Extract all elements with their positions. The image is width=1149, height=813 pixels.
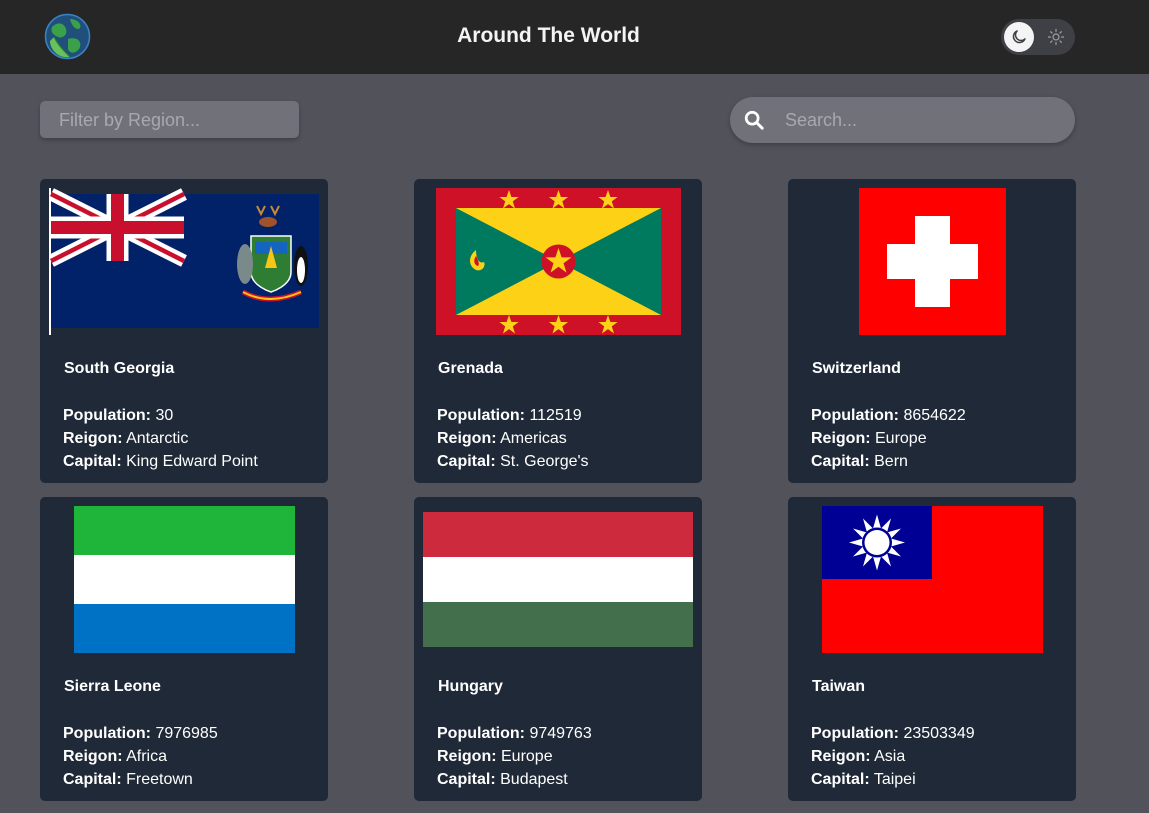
country-card-grenada[interactable]: Grenada Population: 112519 Reigon: Ameri… (414, 179, 702, 483)
capital-row: Capital: King Edward Point (63, 453, 258, 470)
country-card-hungary[interactable]: Hungary Population: 9749763 Reigon: Euro… (414, 497, 702, 801)
capital-row: Capital: Budapest (437, 771, 568, 788)
app-title: Around The World (457, 24, 640, 47)
country-card-taiwan[interactable]: Taiwan Population: 23503349 Reigon: Asia… (788, 497, 1076, 801)
capital-row: Capital: Bern (811, 453, 908, 470)
region-row: Reigon: Europe (437, 748, 553, 765)
flag-image (49, 506, 319, 653)
search-input[interactable] (785, 109, 1055, 131)
capital-row: Capital: St. George's (437, 453, 589, 470)
population-row: Population: 112519 (437, 407, 582, 424)
app-header: Around The World (0, 0, 1149, 74)
country-name: Switzerland (812, 360, 901, 377)
population-row: Population: 9749763 (437, 725, 592, 742)
country-name: Hungary (438, 678, 503, 695)
country-name: South Georgia (64, 360, 175, 377)
flag-image (797, 506, 1067, 653)
flag-image (49, 188, 319, 335)
search-bar[interactable] (730, 97, 1075, 143)
population-row: Population: 7976985 (63, 725, 218, 742)
region-row: Reigon: Americas (437, 430, 567, 447)
search-icon (743, 109, 765, 131)
country-name: Sierra Leone (64, 678, 161, 695)
country-card-south-georgia[interactable]: South Georgia Population: 30 Reigon: Ant… (40, 179, 328, 483)
region-filter-dropdown[interactable]: Filter by Region... (40, 101, 299, 138)
population-row: Population: 8654622 (811, 407, 966, 424)
flag-image (797, 188, 1067, 335)
population-row: Population: 30 (63, 407, 174, 424)
capital-row: Capital: Taipei (811, 771, 916, 788)
flag-image (423, 188, 693, 335)
region-row: Reigon: Asia (811, 748, 906, 765)
country-name: Taiwan (812, 678, 866, 695)
moon-icon[interactable] (1004, 22, 1034, 52)
sun-icon[interactable] (1044, 25, 1068, 49)
theme-toggle[interactable] (1001, 19, 1075, 55)
region-row: Reigon: Europe (811, 430, 927, 447)
flag-image (423, 506, 693, 653)
country-card-sierra-leone[interactable]: Sierra Leone Population: 7976985 Reigon:… (40, 497, 328, 801)
country-name: Grenada (438, 360, 503, 377)
region-row: Reigon: Africa (63, 748, 168, 765)
population-row: Population: 23503349 (811, 725, 975, 742)
country-card-switzerland[interactable]: Switzerland Population: 8654622 Reigon: … (788, 179, 1076, 483)
capital-row: Capital: Freetown (63, 771, 193, 788)
region-row: Reigon: Antarctic (63, 430, 189, 447)
